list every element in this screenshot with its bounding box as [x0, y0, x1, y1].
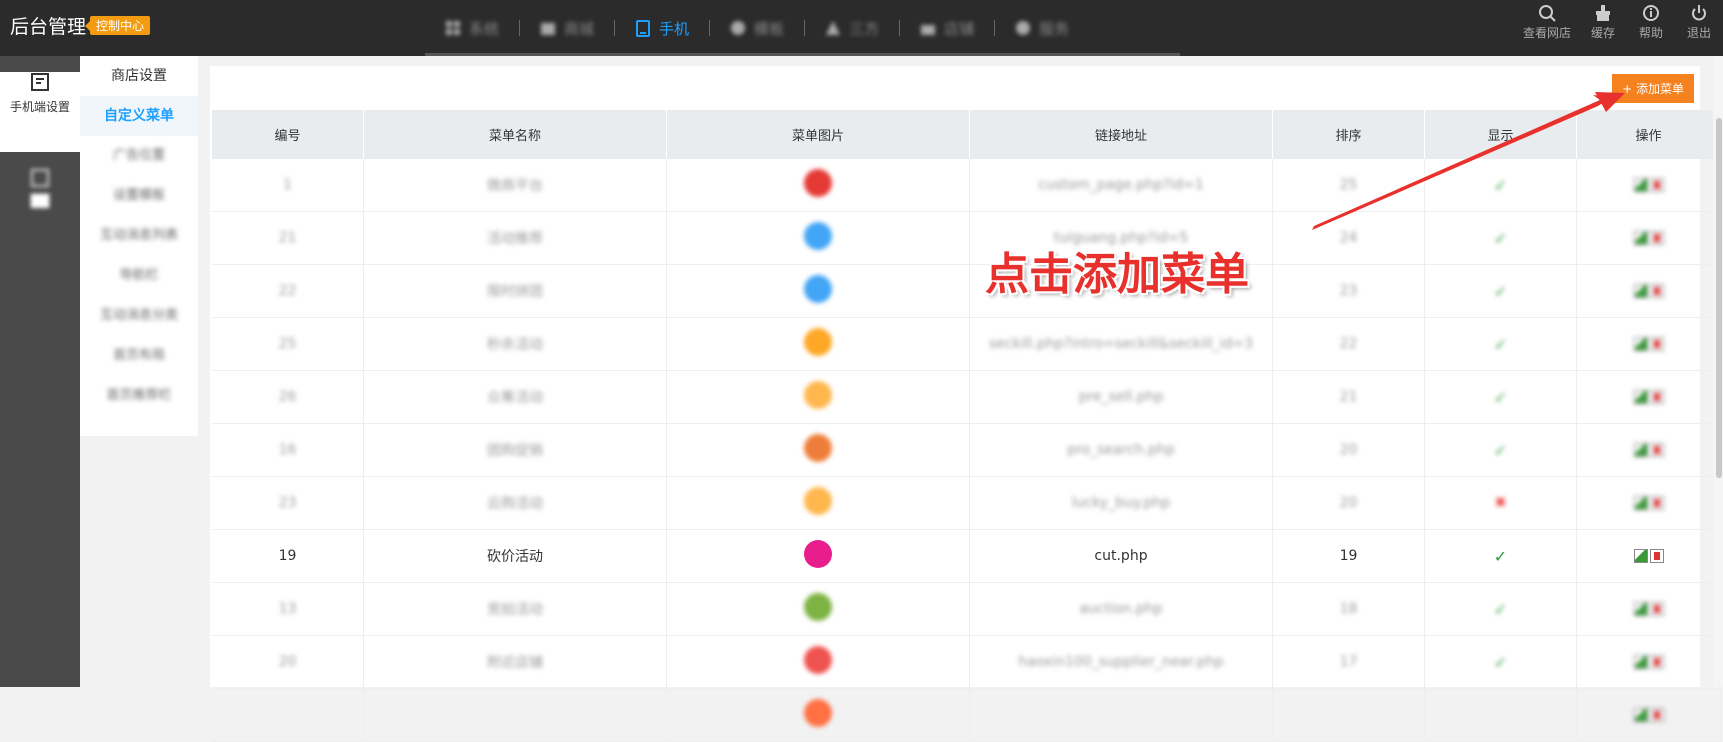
- cell-link: [969, 688, 1273, 742]
- annotation-arrow: [1312, 92, 1625, 230]
- edit-icon[interactable]: [1633, 708, 1648, 722]
- annotation-text: 点击添加菜单: [985, 249, 1249, 300]
- cell-sort: [1272, 688, 1425, 742]
- cell-name: [363, 688, 667, 742]
- cell-actions: [1576, 688, 1721, 742]
- menu-image: [804, 699, 832, 727]
- delete-icon[interactable]: [1649, 708, 1664, 722]
- cell-id: [212, 688, 364, 742]
- cell-show: [1424, 688, 1577, 742]
- table-row: [212, 688, 1721, 742]
- cell-image: [666, 688, 970, 742]
